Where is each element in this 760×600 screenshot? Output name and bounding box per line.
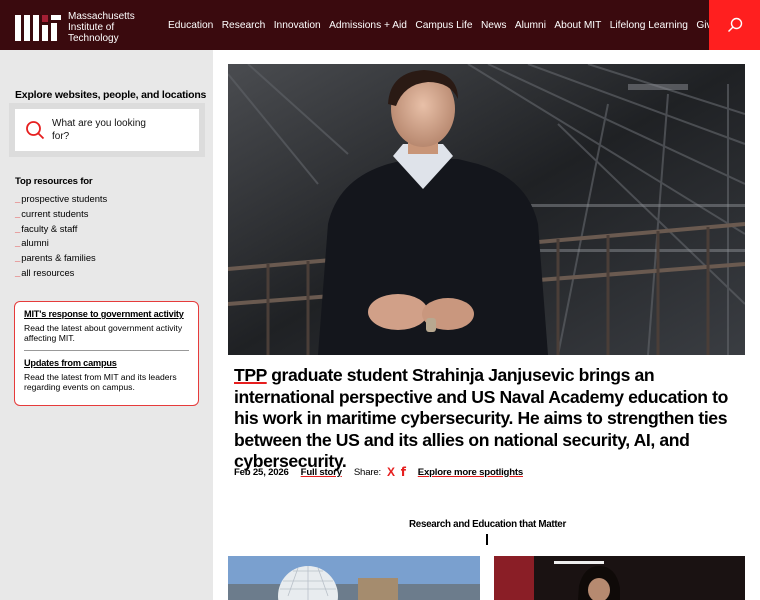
- story-card-image[interactable]: [494, 556, 745, 600]
- spotlight-date: Feb 25, 2026: [234, 466, 289, 478]
- section-title: Research and Education that Matter: [409, 519, 566, 530]
- site-header: Massachusetts Institute of Technology Ed…: [0, 0, 760, 50]
- x-share-icon[interactable]: X: [387, 465, 395, 479]
- alerts-box: MIT's response to government activity Re…: [14, 301, 199, 406]
- section-divider: [486, 534, 488, 545]
- full-story-link[interactable]: Full story: [301, 467, 342, 478]
- nav-education[interactable]: Education: [168, 20, 213, 31]
- alert-divider: [24, 349, 189, 351]
- tpp-link[interactable]: TPP: [234, 365, 267, 385]
- nav-innovation[interactable]: Innovation: [274, 20, 321, 31]
- resource-link[interactable]: _parents & families: [15, 251, 107, 266]
- alert-body: Read the latest about government activit…: [24, 323, 183, 344]
- nav-about-mit[interactable]: About MIT: [554, 20, 601, 31]
- nav-campus-life[interactable]: Campus Life: [415, 20, 472, 31]
- top-resources-title: Top resources for: [15, 176, 93, 187]
- nav-research[interactable]: Research: [222, 20, 266, 31]
- spotlight-meta: Feb 25, 2026 Full story Share: X f Explo…: [234, 465, 523, 479]
- spotlight-photo-art: [228, 64, 745, 355]
- resources-list: _prospective students _current students …: [15, 192, 107, 281]
- facebook-share-icon[interactable]: f: [401, 465, 406, 479]
- headline-text: graduate student Strahinja Janjusevic br…: [234, 365, 728, 471]
- alert-link[interactable]: MIT's response to government activity: [24, 309, 189, 319]
- resource-link[interactable]: _all resources: [15, 266, 107, 281]
- search-icon: [727, 17, 742, 32]
- explore-spotlights-link[interactable]: Explore more spotlights: [418, 467, 523, 478]
- nav-alumni[interactable]: Alumni: [515, 20, 546, 31]
- share-label: Share:: [353, 466, 381, 478]
- nav-lifelong-learning[interactable]: Lifelong Learning: [610, 20, 688, 31]
- search-icon: [26, 121, 45, 140]
- alert-body: Read the latest from MIT and its leaders…: [24, 371, 177, 393]
- portrait-image: [494, 556, 745, 600]
- alert-link[interactable]: Updates from campus: [24, 358, 189, 368]
- mit-logo-mark: [15, 14, 61, 41]
- explore-title: Explore websites, people, and locations: [15, 89, 207, 101]
- alert-item: MIT's response to government activity Re…: [24, 309, 189, 344]
- mit-logo[interactable]: Massachusetts Institute of Technology: [15, 11, 138, 44]
- sidebar: Explore websites, people, and locations …: [0, 50, 213, 600]
- radome-image: [228, 556, 480, 600]
- nav-news[interactable]: News: [481, 20, 506, 31]
- spotlight-headline[interactable]: TPP graduate student Strahinja Janjusevi…: [234, 365, 744, 473]
- search-placeholder: What are you looking for?: [52, 118, 146, 142]
- spotlight-photo[interactable]: [228, 64, 745, 355]
- header-search-button[interactable]: [709, 0, 760, 50]
- story-card-image[interactable]: [228, 556, 480, 600]
- resource-link[interactable]: _faculty & staff: [15, 222, 107, 237]
- alert-item: Updates from campus Read the latest from…: [24, 358, 189, 393]
- mit-logo-text: Massachusetts Institute of Technology: [68, 11, 135, 44]
- resource-link[interactable]: _current students: [15, 207, 107, 222]
- resource-link[interactable]: _prospective students: [15, 192, 107, 207]
- sidebar-search-input[interactable]: What are you looking for?: [15, 109, 199, 151]
- nav-admissions-aid[interactable]: Admissions + Aid: [329, 20, 407, 31]
- resource-link[interactable]: _alumni: [15, 236, 107, 251]
- main-nav: Education Research Innovation Admissions…: [168, 0, 726, 50]
